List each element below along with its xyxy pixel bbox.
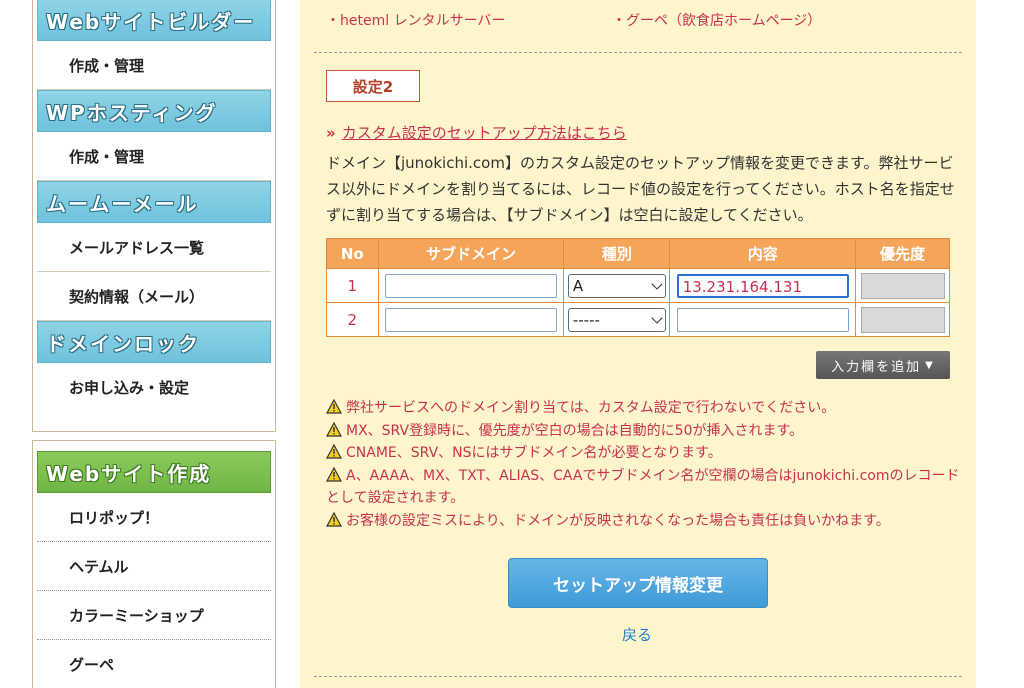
link-heteml[interactable]: ・heteml レンタルサーバー (326, 10, 612, 30)
sidebar-section-muumuu-mail: ムームーメール (37, 181, 271, 223)
add-row-button-label: 入力欄を追加 (831, 359, 922, 375)
type-select[interactable]: ----- (567, 307, 666, 332)
priority-input (860, 306, 945, 333)
row-number: 2 (326, 302, 379, 337)
chevron-down-icon (651, 311, 663, 324)
main-content: ・heteml レンタルサーバー ・グーペ（飲食店ホームページ） 設定2 » カス… (300, 0, 976, 688)
dns-record-table: No サブドメイン 種別 内容 優先度 1 A 13.231.164.131 2… (326, 238, 950, 337)
table-row: 1 A 13.231.164.131 (326, 268, 950, 303)
link-goope[interactable]: ・グーペ（飲食店ホームページ） (612, 10, 821, 30)
value-input[interactable] (676, 307, 849, 332)
warning-item: CNAME、SRV、NSにはサブドメイン名が必要となります。 (326, 442, 962, 465)
warning-text: CNAME、SRV、NSにはサブドメイン名が必要となります。 (346, 445, 722, 461)
description-text: ドメイン【junokichi.com】のカスタム設定のセットアップ情報を変更でき… (326, 154, 955, 224)
submit-setup-button[interactable]: セットアップ情報変更 (508, 558, 768, 608)
sidebar-item-lolipop[interactable]: ロリポップ！ (37, 493, 271, 542)
setting-label: 設定2 (326, 70, 420, 102)
type-select[interactable]: A (567, 273, 666, 298)
sidebar-website-box: Webサイト作成 ロリポップ！ ヘテムル カラーミーショップ グーペ (32, 440, 276, 688)
warning-text: お客様の設定ミスにより、ドメインが反映されなくなった場合も責任は負いかねます。 (346, 512, 890, 529)
add-row-button[interactable]: 入力欄を追加 ▼ (816, 351, 950, 379)
top-links: ・heteml レンタルサーバー ・グーペ（飲食店ホームページ） (326, 10, 821, 30)
warning-text: MX、SRV登録時に、優先度が空白の場合は自動的に50が挿入されます。 (346, 422, 804, 439)
divider-top (314, 52, 962, 53)
warning-icon (326, 444, 342, 459)
warning-item: A、AAAA、MX、TXT、ALIAS、CAAでサブドメイン名が空欄の場合はju… (326, 465, 962, 510)
warning-icon (326, 466, 342, 482)
back-link[interactable]: 戻る (622, 624, 652, 645)
warning-text: A、AAAA、MX、TXT、ALIAS、CAAでサブドメイン名が空欄の場合はju… (326, 467, 960, 507)
sidebar-section-domain-lock: ドメインロック (37, 321, 271, 363)
row-number: 1 (326, 268, 379, 303)
sidebar-item-wp-manage[interactable]: 作成・管理 (37, 132, 271, 181)
chevron-down-icon (651, 277, 663, 290)
divider-bottom (314, 676, 962, 677)
value-input[interactable]: 13.231.164.131 (676, 273, 849, 298)
warning-list: 弊社サービスへのドメイン割り当ては、カスタム設定で行わないでください。 MX、S… (326, 397, 962, 532)
type-select-value: A (572, 276, 584, 295)
sidebar-item-colorme-shop[interactable]: カラーミーショップ (37, 591, 271, 640)
warning-item: お客様の設定ミスにより、ドメインが反映されなくなった場合も責任は負いかねます。 (326, 510, 962, 533)
sidebar-item-mail-contract[interactable]: 契約情報（メール） (37, 272, 271, 321)
priority-input (860, 272, 945, 299)
warning-text: 弊社サービスへのドメイン割り当ては、カスタム設定で行わないでください。 (346, 400, 836, 416)
header-value: 内容 (669, 238, 857, 269)
warning-icon (326, 421, 342, 437)
sidebar-item-mail-address-list[interactable]: メールアドレス一覧 (37, 223, 271, 272)
sidebar-section-web-site-builder: Webサイトビルダー (37, 0, 271, 41)
header-priority: 優先度 (855, 238, 950, 269)
subdomain-input[interactable] (385, 273, 557, 298)
header-subdomain: サブドメイン (377, 238, 565, 269)
subdomain-input[interactable] (385, 307, 557, 332)
sidebar-menu-box: Webサイトビルダー 作成・管理 WPホスティング 作成・管理 ムームーメール … (32, 0, 276, 432)
sidebar-item-domain-lock-apply[interactable]: お申し込み・設定 (37, 363, 271, 412)
sidebar-section-website-creation: Webサイト作成 (37, 451, 271, 493)
warning-item: MX、SRV登録時に、優先度が空白の場合は自動的に50が挿入されます。 (326, 420, 962, 443)
type-select-value: ----- (572, 310, 600, 329)
table-row: 2 ----- (326, 302, 950, 337)
double-chevron-icon: » (326, 124, 336, 142)
setup-guide-link[interactable]: » カスタム設定のセットアップ方法はこちら (326, 122, 627, 143)
sidebar-item-builder-manage[interactable]: 作成・管理 (37, 41, 271, 90)
warning-icon (326, 399, 342, 414)
sidebar-item-goope[interactable]: グーペ (37, 640, 271, 688)
sidebar-section-wp-hosting: WPホスティング (37, 90, 271, 132)
setup-guide-link-text: カスタム設定のセットアップ方法はこちら (341, 124, 627, 142)
warning-icon (326, 511, 342, 527)
header-type: 種別 (563, 238, 671, 269)
header-no: No (326, 238, 379, 269)
sidebar-item-heteml[interactable]: ヘテムル (37, 542, 271, 591)
warning-item: 弊社サービスへのドメイン割り当ては、カスタム設定で行わないでください。 (326, 397, 962, 420)
triangle-down-icon: ▼ (925, 359, 935, 371)
